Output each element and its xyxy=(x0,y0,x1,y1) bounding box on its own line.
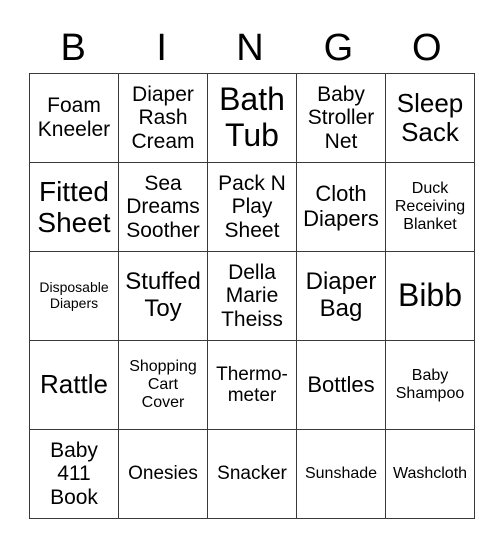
bingo-cell[interactable]: Sleep Sack xyxy=(385,73,475,163)
bingo-cell[interactable]: Pack N Play Sheet xyxy=(207,162,297,252)
bingo-cell[interactable]: Shopping Cart Cover xyxy=(118,340,208,430)
cell-text: Sunshade xyxy=(304,465,378,483)
bingo-cell[interactable]: Bottles xyxy=(296,340,386,430)
bingo-cell[interactable]: Thermo- meter xyxy=(207,340,297,430)
bingo-cell[interactable]: Cloth Diapers xyxy=(296,162,386,252)
grid-row: Rattle Shopping Cart Cover Thermo- meter… xyxy=(29,340,475,430)
cell-text: Diaper Bag xyxy=(305,268,377,322)
cell-text: Shopping Cart Cover xyxy=(129,358,197,411)
cell-text: Bibb xyxy=(397,277,463,314)
header-letter-o: O xyxy=(412,27,442,69)
cell-text: Sleep Sack xyxy=(396,87,464,147)
bingo-cell[interactable]: Baby Shampoo xyxy=(385,340,475,430)
bingo-cell[interactable]: Snacker xyxy=(207,429,297,519)
cell-text: Foam Kneeler xyxy=(37,94,111,141)
cell-text: Washcloth xyxy=(392,465,468,483)
bingo-cell[interactable]: Baby Stroller Net xyxy=(296,73,386,163)
header-letter-b: B xyxy=(60,27,86,69)
cell-text: Bottles xyxy=(307,371,375,397)
cell-text: Diaper Rash Cream xyxy=(131,82,195,153)
grid-row: Disposable Diapers Stuffed Toy Della Mar… xyxy=(29,251,475,341)
cell-text: Della Marie Theiss xyxy=(221,260,283,331)
cell-text: Onesies xyxy=(128,463,198,485)
bingo-cell[interactable]: Rattle xyxy=(29,340,119,430)
grid-row: Baby 411 Book Onesies Snacker Sunshade W… xyxy=(29,429,475,519)
bingo-cell[interactable]: Fitted Sheet xyxy=(29,162,119,252)
bingo-header: B I N G O xyxy=(29,22,471,74)
cell-text: Disposable Diapers xyxy=(39,279,109,311)
bingo-cell[interactable]: Duck Receiving Blanket xyxy=(385,162,475,252)
bingo-cell[interactable]: Della Marie Theiss xyxy=(207,251,297,341)
bingo-cell[interactable]: Diaper Bag xyxy=(296,251,386,341)
bingo-cell[interactable]: Bibb xyxy=(385,251,475,341)
header-letter-i: I xyxy=(156,27,167,69)
bingo-cell[interactable]: Bath Tub xyxy=(207,73,297,163)
grid-row: Fitted Sheet Sea Dreams Soother Pack N P… xyxy=(29,162,475,252)
cell-text: Pack N Play Sheet xyxy=(218,171,286,242)
cell-text: Baby Shampoo xyxy=(395,367,465,402)
cell-text: Fitted Sheet xyxy=(37,175,111,238)
cell-text: Sea Dreams Soother xyxy=(126,171,200,242)
bingo-cell[interactable]: Sea Dreams Soother xyxy=(118,162,208,252)
bingo-cell[interactable]: Washcloth xyxy=(385,429,475,519)
bingo-cell[interactable]: Diaper Rash Cream xyxy=(118,73,208,163)
cell-text: Thermo- meter xyxy=(216,363,288,406)
bingo-cell[interactable]: Stuffed Toy xyxy=(118,251,208,341)
bingo-cell[interactable]: Baby 411 Book xyxy=(29,429,119,519)
cell-text: Baby Stroller Net xyxy=(307,82,375,153)
cell-text: Stuffed Toy xyxy=(125,268,201,322)
cell-text: Rattle xyxy=(40,369,108,400)
cell-text: Duck Receiving Blanket xyxy=(394,180,466,233)
cell-text: Snacker xyxy=(217,463,287,485)
cell-text: Cloth Diapers xyxy=(303,181,379,231)
header-letter-g: G xyxy=(323,27,354,69)
bingo-cell[interactable]: Onesies xyxy=(118,429,208,519)
bingo-cell[interactable]: Sunshade xyxy=(296,429,386,519)
cell-text: Bath Tub xyxy=(219,81,285,153)
cell-text: Baby 411 Book xyxy=(50,438,98,509)
header-letter-n: N xyxy=(236,27,264,69)
bingo-cell[interactable]: Disposable Diapers xyxy=(29,251,119,341)
grid-row: Foam Kneeler Diaper Rash Cream Bath Tub … xyxy=(29,73,475,163)
bingo-cell[interactable]: Foam Kneeler xyxy=(29,73,119,163)
bingo-grid: Foam Kneeler Diaper Rash Cream Bath Tub … xyxy=(29,73,475,519)
